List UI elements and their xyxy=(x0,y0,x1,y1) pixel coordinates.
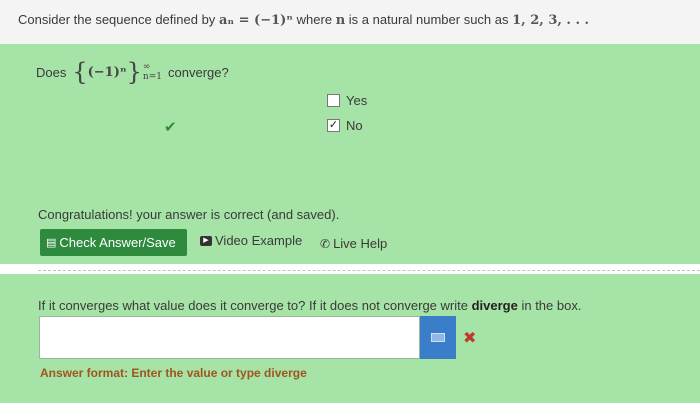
natural-number-examples: 1, 2, 3, . . . xyxy=(512,13,590,28)
question-text: Consider the sequence defined by aₙ = (−… xyxy=(18,12,589,28)
keyboard-icon xyxy=(431,333,445,342)
video-example-button[interactable]: ▶ Video Example xyxy=(200,233,302,248)
sequence-limits: ∞ n=1 xyxy=(143,62,162,82)
correct-check-icon: ✔ xyxy=(164,119,177,136)
sequence-term: (−1)ⁿ xyxy=(87,64,127,80)
incorrect-x-icon: ✖ xyxy=(463,330,477,347)
yes-label: Yes xyxy=(346,93,368,108)
limit-question: If it converges what value does it conve… xyxy=(38,298,581,313)
question-prefix: Consider the sequence defined by xyxy=(18,12,216,27)
question-suffix: is a natural number such as xyxy=(348,12,509,27)
phone-icon: ✆ xyxy=(320,236,331,251)
video-example-label: Video Example xyxy=(215,233,303,248)
limit-question-text: If it converges what value does it conve… xyxy=(38,298,468,313)
question-middle: where xyxy=(296,12,333,27)
live-help-label: Live Help xyxy=(333,236,388,251)
lower-limit: n=1 xyxy=(142,72,162,82)
sequence-definition: aₙ = (−1)ⁿ xyxy=(218,13,294,28)
choice-yes[interactable]: Yes xyxy=(327,93,367,108)
correct-message: Congratulations! your answer is correct … xyxy=(38,207,340,222)
no-checkbox[interactable]: ✓ xyxy=(327,119,340,132)
yes-checkbox[interactable] xyxy=(327,94,340,107)
limit-question-end: in the box. xyxy=(521,298,582,313)
play-icon: ▶ xyxy=(200,235,212,246)
no-label: No xyxy=(346,118,363,133)
check-answer-button[interactable]: ▤ Check Answer/Save xyxy=(40,229,187,256)
converge-label: converge? xyxy=(168,64,229,80)
variable-n: n xyxy=(335,13,346,28)
save-icon: ▤ xyxy=(46,237,57,249)
check-answer-label: Check Answer/Save xyxy=(59,235,176,250)
sequence-notation: {(−1)ⁿ} ∞ n=1 xyxy=(72,58,162,86)
math-keyboard-button[interactable] xyxy=(420,316,456,359)
answer-format-note: Answer format: Enter the value or type d… xyxy=(40,366,307,380)
choice-no[interactable]: ✓ No xyxy=(327,118,363,133)
convergence-question: Does {(−1)ⁿ} ∞ n=1 converge? xyxy=(36,58,229,86)
answer-input[interactable] xyxy=(39,316,420,359)
live-help-button[interactable]: ✆ Live Help xyxy=(318,230,400,257)
diverge-keyword: diverge xyxy=(471,298,518,313)
section-divider xyxy=(38,270,700,271)
does-label: Does xyxy=(36,64,67,80)
upper-limit: ∞ xyxy=(142,62,151,72)
